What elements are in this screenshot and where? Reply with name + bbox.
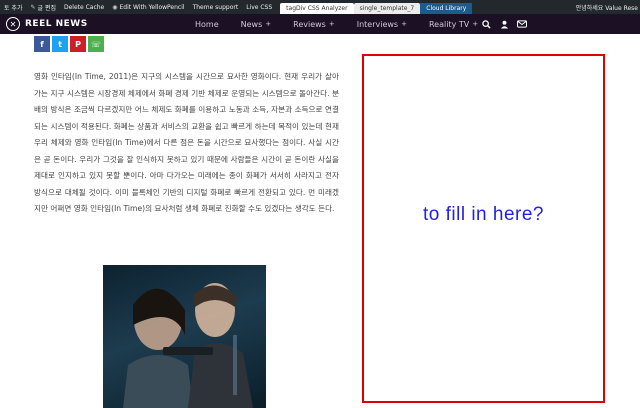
- nav-item-label: Home: [195, 19, 219, 29]
- pencil-icon: ✎: [30, 3, 36, 11]
- pinterest-icon: P: [75, 39, 81, 49]
- movie-poster-image: [103, 265, 266, 408]
- twitter-icon: t: [58, 39, 62, 49]
- mail-icon[interactable]: [513, 20, 531, 28]
- whatsapp-icon: ☏: [90, 39, 101, 49]
- plus-icon: +: [401, 20, 407, 28]
- facebook-share-button[interactable]: f: [34, 36, 50, 52]
- article-body: 영화 인타임(In Time, 2011)은 지구의 시스템을 시간으로 묘사한…: [34, 69, 339, 218]
- admin-bar-tab-label: single_template_7: [359, 5, 415, 12]
- cloud-library-tab[interactable]: Cloud Library: [420, 3, 473, 14]
- site-logo[interactable]: ✕ REEL NEWS: [6, 16, 88, 32]
- admin-bar-account[interactable]: 안녕하세요 Value Rese: [576, 0, 640, 14]
- admin-bar-item-label: 글 편집: [37, 4, 56, 12]
- admin-bar-item[interactable]: Theme support: [189, 0, 243, 14]
- admin-bar-item[interactable]: ◉ Edit With YellowPencil: [108, 0, 188, 14]
- admin-bar-item-label: 토 추가: [4, 4, 23, 12]
- admin-bar-item[interactable]: Live CSS: [242, 0, 276, 14]
- admin-bar-tab[interactable]: tagDiv CSS Analyzer: [280, 3, 354, 14]
- admin-bar-item[interactable]: Delete Cache: [60, 0, 108, 14]
- logo-mark-icon: ✕: [6, 17, 20, 31]
- wp-admin-bar: 토 추가 ✎ 글 편집 Delete Cache ◉ Edit With YellowPe…: [0, 0, 640, 14]
- admin-bar-item-label: Delete Cache: [63, 3, 105, 11]
- admin-bar-tab[interactable]: single_template_7: [353, 3, 421, 14]
- plus-icon: +: [265, 20, 272, 28]
- logo-text: REEL NEWS: [25, 19, 88, 29]
- admin-bar-item-label: Live CSS: [246, 3, 273, 11]
- pinterest-share-button[interactable]: P: [70, 36, 86, 52]
- admin-bar-tab-label: tagDiv CSS Analyzer: [286, 5, 348, 12]
- facebook-icon: f: [40, 39, 44, 49]
- share-buttons: f t P ☏: [34, 36, 106, 52]
- nav-item-news[interactable]: News +: [241, 20, 272, 29]
- main-nav: Home News + Reviews + Interviews + Reality TV +: [195, 14, 500, 34]
- search-icon[interactable]: [477, 19, 495, 29]
- nav-item-home[interactable]: Home: [195, 20, 219, 29]
- plus-icon: +: [328, 20, 335, 28]
- nav-item-label: Reality TV: [428, 19, 470, 29]
- header-tools: [477, 14, 531, 34]
- twitter-share-button[interactable]: t: [52, 36, 68, 52]
- admin-bar-item[interactable]: 토 추가: [0, 0, 26, 14]
- admin-bar-item[interactable]: ✎ 글 편집: [26, 0, 60, 14]
- nav-item-reality-tv[interactable]: Reality TV +: [429, 20, 478, 29]
- annotation-box: to fill in here?: [362, 54, 605, 403]
- nav-item-reviews[interactable]: Reviews +: [293, 20, 335, 29]
- user-icon[interactable]: [495, 20, 513, 29]
- site-header: ✕ REEL NEWS Home News + Reviews + Interviews +…: [0, 14, 640, 34]
- admin-bar-item-label: Edit With YellowPencil: [119, 3, 185, 11]
- article-paragraph: 영화 인타임(In Time, 2011)은 지구의 시스템을 시간으로 묘사한…: [34, 72, 339, 213]
- admin-bar-item-label: Theme support: [192, 3, 239, 11]
- nav-item-interviews[interactable]: Interviews +: [357, 20, 407, 29]
- yellowpencil-icon: ◉: [112, 3, 118, 11]
- nav-item-label: Interviews: [356, 19, 399, 29]
- nav-item-label: News: [240, 19, 263, 29]
- whatsapp-share-button[interactable]: ☏: [88, 36, 104, 52]
- annotation-label: to fill in here?: [422, 204, 544, 225]
- nav-item-label: Reviews: [293, 19, 326, 29]
